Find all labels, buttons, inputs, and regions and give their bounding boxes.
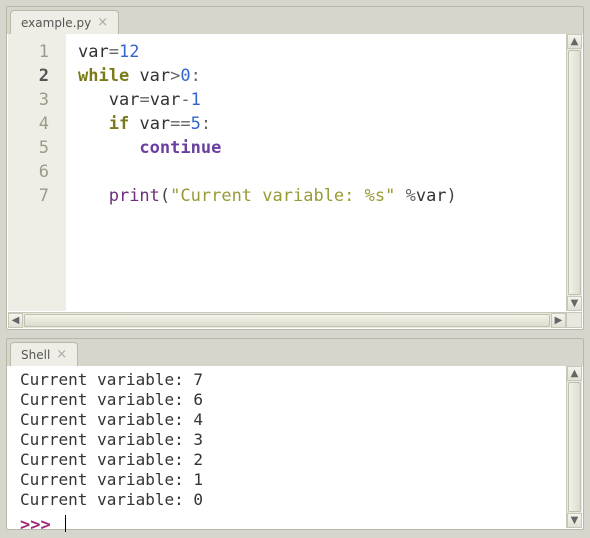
shell-body: Current variable: 7Current variable: 6Cu… [8, 366, 582, 528]
line-number: 4 [8, 112, 65, 136]
line-number-gutter: 1234567 [8, 34, 66, 311]
shell-output-line: Current variable: 3 [20, 430, 566, 450]
editor-panel: example.py × 1234567 var=12while var>0: … [6, 6, 584, 330]
tab-example-py[interactable]: example.py × [10, 10, 119, 34]
line-number: 3 [8, 88, 65, 112]
editor-vertical-scrollbar[interactable]: ▲ ▼ [566, 34, 582, 311]
scroll-up-icon[interactable]: ▲ [567, 366, 582, 381]
scroll-down-icon[interactable]: ▼ [567, 296, 582, 311]
code-line: var=12 [78, 40, 582, 64]
code-line [78, 160, 582, 184]
line-number: 6 [8, 160, 65, 184]
tab-shell[interactable]: Shell × [10, 342, 78, 366]
shell-output-line: Current variable: 1 [20, 470, 566, 490]
text-cursor [65, 515, 66, 532]
scroll-up-icon[interactable]: ▲ [567, 34, 582, 49]
shell-output-line: Current variable: 7 [20, 370, 566, 390]
close-icon[interactable]: × [56, 348, 67, 361]
shell-output-line: Current variable: 0 [20, 490, 566, 510]
code-line: continue [78, 136, 582, 160]
code-area[interactable]: var=12while var>0: var=var-1 if var==5: … [66, 34, 582, 311]
code-line: if var==5: [78, 112, 582, 136]
scroll-down-icon[interactable]: ▼ [567, 513, 582, 528]
editor-tabbar: example.py × [7, 7, 583, 34]
line-number: 2 [8, 64, 65, 88]
scroll-right-icon[interactable]: ▶ [551, 313, 566, 328]
shell-output-line: Current variable: 6 [20, 390, 566, 410]
tab-label: Shell [21, 348, 50, 362]
shell-prompt-row[interactable]: >>> [20, 514, 566, 536]
close-icon[interactable]: × [97, 16, 108, 29]
shell-prompt: >>> [20, 515, 61, 535]
scroll-left-icon[interactable]: ◀ [8, 313, 23, 328]
editor-body: 1234567 var=12while var>0: var=var-1 if … [8, 34, 582, 311]
editor-horizontal-scrollbar[interactable]: ◀ ▶ [8, 312, 566, 328]
shell-output-area[interactable]: Current variable: 7Current variable: 6Cu… [8, 366, 566, 528]
line-number: 7 [8, 184, 65, 208]
shell-panel: Shell × Current variable: 7Current varia… [6, 338, 584, 530]
scroll-thumb[interactable] [568, 382, 581, 512]
scroll-thumb[interactable] [568, 50, 581, 295]
code-line: while var>0: [78, 64, 582, 88]
code-line: var=var-1 [78, 88, 582, 112]
line-number: 5 [8, 136, 65, 160]
scroll-corner [566, 312, 582, 328]
scroll-thumb[interactable] [24, 314, 550, 327]
line-number: 1 [8, 40, 65, 64]
shell-output-line: Current variable: 2 [20, 450, 566, 470]
shell-vertical-scrollbar[interactable]: ▲ ▼ [566, 366, 582, 528]
shell-tabbar: Shell × [7, 339, 583, 366]
tab-label: example.py [21, 16, 91, 30]
shell-output-line: Current variable: 4 [20, 410, 566, 430]
code-line: print("Current variable: %s" %var) [78, 184, 582, 208]
